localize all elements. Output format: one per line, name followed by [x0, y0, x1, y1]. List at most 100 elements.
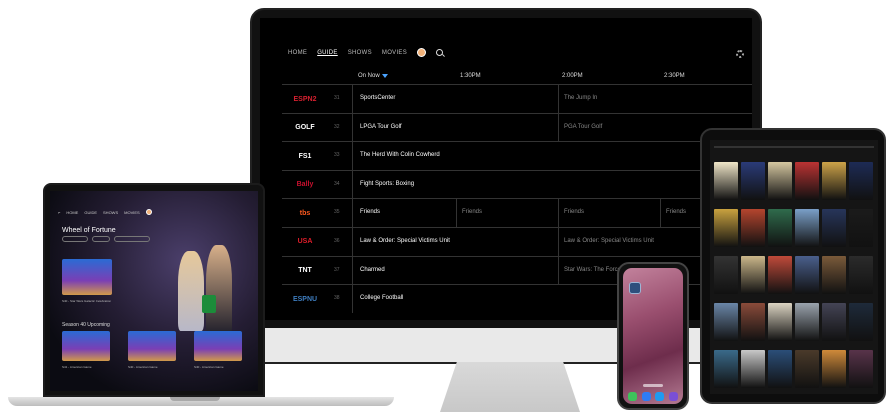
poster-tile[interactable]	[714, 162, 738, 200]
guide-row[interactable]: Bally 34 Fight Sports: Boxing	[282, 169, 752, 199]
laptop-avatar[interactable]	[145, 209, 152, 215]
poster-tile[interactable]	[795, 256, 819, 294]
poster-tile[interactable]	[849, 209, 873, 247]
channel-number: 38	[334, 295, 340, 302]
program-cell[interactable]: PGA Tour Golf	[564, 124, 602, 130]
poster-tile[interactable]	[714, 350, 738, 388]
program-cell[interactable]: Law & Order: Special Victims Unit	[564, 238, 654, 244]
safari-app-icon[interactable]	[655, 392, 665, 401]
guide-row[interactable]: USA 36 Law & Order: Special Victims Unit La…	[282, 226, 752, 256]
channel-number: 31	[334, 95, 340, 101]
tablet-screen	[710, 140, 878, 394]
channel-logo-icon: USA	[297, 238, 313, 246]
program-cell[interactable]: Charmed	[360, 267, 385, 273]
poster-tile[interactable]	[741, 162, 765, 200]
host-figure	[206, 245, 232, 335]
poster-tile[interactable]	[849, 162, 873, 200]
program-cell[interactable]: Friends	[564, 209, 584, 215]
episode-tile[interactable]	[128, 331, 176, 361]
program-cell[interactable]: Friends	[360, 209, 380, 215]
phone-app-icon[interactable]	[628, 392, 637, 401]
poster-tile[interactable]	[741, 256, 765, 294]
poster-tile[interactable]	[795, 303, 819, 341]
search-icon[interactable]	[436, 49, 444, 56]
channel-logo-icon: ESPNU	[292, 295, 318, 303]
program-cell[interactable]: Law & Order: Special Victims Unit	[360, 238, 450, 244]
poster-tile[interactable]	[768, 162, 792, 200]
program-cell[interactable]: SportsCenter	[360, 95, 395, 101]
poster-tile[interactable]	[822, 303, 846, 341]
channel-logo-icon: TNT	[298, 267, 312, 275]
poster-tile[interactable]	[714, 209, 738, 247]
poster-tile[interactable]	[849, 256, 873, 294]
tablet	[700, 128, 886, 404]
nav-shows[interactable]: SHOWS	[348, 50, 372, 56]
laptop-nav-movies[interactable]: MOVIES	[124, 210, 140, 215]
poster-tile[interactable]	[849, 350, 873, 388]
messages-app-icon[interactable]	[668, 392, 678, 401]
poster-tile[interactable]	[822, 209, 846, 247]
program-cell[interactable]: Friends	[462, 209, 482, 215]
monitor-stand	[440, 362, 580, 412]
play-button[interactable]	[62, 236, 88, 242]
poster-tile[interactable]	[795, 209, 819, 247]
laptop-nav-home[interactable]: HOME	[66, 210, 78, 215]
series-details-button[interactable]	[114, 236, 150, 242]
poster-tile[interactable]	[795, 162, 819, 200]
channel-number: 36	[334, 237, 340, 244]
program-cell[interactable]: The Jump In	[564, 95, 597, 101]
nav-home[interactable]: HOME	[288, 50, 307, 56]
column-divider	[660, 199, 661, 228]
channel-logo-icon: Bally	[296, 181, 314, 189]
mail-app-icon[interactable]	[641, 392, 651, 401]
poster-tile[interactable]	[768, 303, 792, 341]
poster-tile[interactable]	[768, 256, 792, 294]
poster-tile[interactable]	[768, 209, 792, 247]
poster-tile[interactable]	[741, 303, 765, 341]
poster-tile[interactable]	[849, 303, 873, 341]
poster-tile[interactable]	[714, 303, 738, 341]
episode-tile[interactable]	[194, 331, 242, 361]
poster-tile[interactable]	[768, 350, 792, 388]
program-cell[interactable]: LPGA Tour Golf	[360, 124, 402, 130]
time-slot: 1:30PM	[460, 73, 481, 79]
column-divider	[352, 170, 353, 199]
money-prop	[202, 295, 216, 313]
guide-row[interactable]: tbs 35 Friends Friends Friends Friends	[282, 198, 752, 228]
time-slot: 2:30PM	[664, 73, 685, 79]
laptop-nav-shows[interactable]: SHOWS	[103, 210, 118, 215]
laptop-nav-guide[interactable]: GUIDE	[84, 210, 97, 215]
episode-caption: S40 - American Game	[194, 365, 224, 369]
poster-tile[interactable]	[822, 256, 846, 294]
page-dots	[643, 384, 663, 387]
poster-tile[interactable]	[795, 350, 819, 388]
profile-avatar[interactable]	[417, 48, 427, 57]
episode-tile[interactable]	[62, 259, 112, 295]
guide-row[interactable]: GOLF 32 LPGA Tour Golf PGA Tour Golf	[282, 112, 752, 142]
record-button[interactable]	[92, 236, 110, 242]
now-indicator-icon	[382, 74, 388, 78]
channel-logo-icon: tbs	[299, 209, 311, 217]
guide-row[interactable]: ESPN2 31 SportsCenter The Jump In	[282, 84, 752, 113]
laptop-logo-icon: ⌐	[58, 209, 61, 215]
program-cell[interactable]: Fight Sports: Boxing	[360, 181, 414, 187]
poster-tile[interactable]	[822, 162, 846, 200]
channel-logo-icon: ESPN2	[293, 95, 317, 103]
column-divider	[352, 227, 353, 256]
nav-guide[interactable]: GUIDE	[317, 50, 338, 56]
phone-dock	[628, 392, 678, 402]
guide-row[interactable]: FS1 33 The Herd With Colin Cowherd	[282, 141, 752, 171]
poster-tile[interactable]	[741, 209, 765, 247]
program-cell[interactable]: College Football	[360, 295, 403, 301]
column-divider	[352, 256, 353, 285]
poster-tile[interactable]	[822, 350, 846, 388]
program-cell[interactable]: Friends	[666, 209, 686, 215]
app-icon[interactable]	[629, 282, 641, 294]
episode-tile[interactable]	[62, 331, 110, 361]
channel-number: 32	[334, 123, 340, 130]
poster-tile[interactable]	[714, 256, 738, 294]
program-cell[interactable]: The Herd With Colin Cowherd	[360, 152, 440, 158]
poster-tile[interactable]	[741, 350, 765, 388]
settings-gear-icon[interactable]	[736, 50, 744, 58]
nav-movies[interactable]: MOVIES	[382, 50, 407, 56]
